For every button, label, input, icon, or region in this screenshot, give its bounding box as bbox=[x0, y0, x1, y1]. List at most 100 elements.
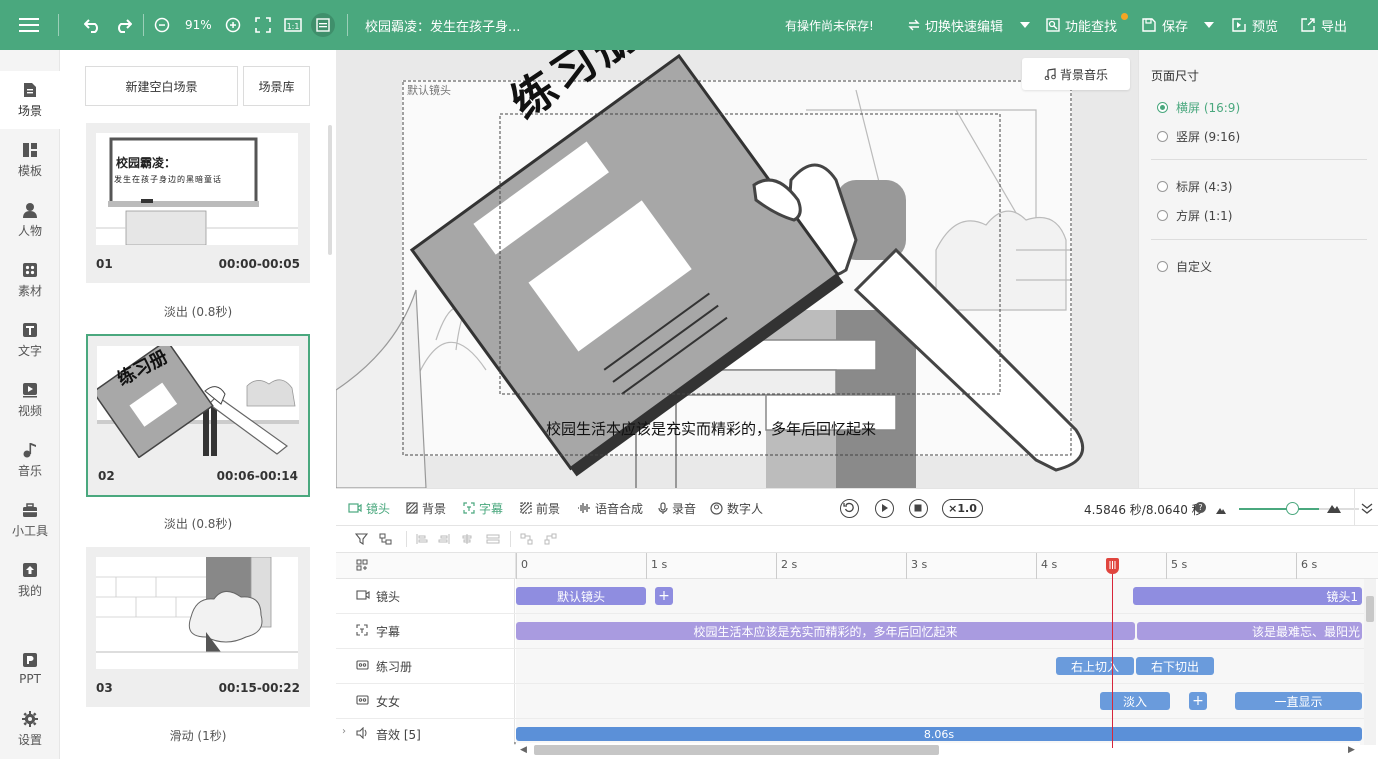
expand-chevron-icon[interactable]: › bbox=[342, 726, 346, 737]
playhead-handle[interactable] bbox=[1106, 558, 1119, 574]
project-title[interactable]: 校园霸凌：发生在孩子身... bbox=[365, 0, 520, 50]
canvas-subtitle[interactable]: 校园生活本应该是充实而精彩的，多年后回忆起来 bbox=[546, 418, 876, 439]
align-center-icon[interactable] bbox=[461, 533, 473, 548]
track-lane[interactable]: 8.06s bbox=[516, 719, 1366, 745]
clip-fade-in[interactable]: 淡入 bbox=[1100, 692, 1170, 710]
clip-default-shot[interactable]: 默认镜头 bbox=[516, 587, 646, 605]
redo-icon[interactable] bbox=[114, 0, 132, 50]
play-button[interactable] bbox=[875, 499, 894, 518]
export-button[interactable]: 导出 bbox=[1301, 0, 1347, 50]
add-shot-button[interactable]: + bbox=[655, 587, 673, 605]
divider bbox=[1151, 159, 1367, 160]
nav-item-scene[interactable]: 场景 bbox=[0, 71, 60, 129]
editor-canvas[interactable]: 默认镜头 练习册 背景音乐 校园生活本应该是充实而精彩的，多年后回忆起来 bbox=[336, 50, 1138, 488]
track-lane[interactable]: 校园生活本应该是充实而精彩的，多年后回忆起来 该是最难忘、最阳光 bbox=[516, 614, 1366, 648]
group-icon[interactable] bbox=[379, 533, 392, 548]
ratio-option-4-3[interactable]: 标屏 (4:3) bbox=[1157, 178, 1233, 195]
stop-button[interactable] bbox=[909, 499, 928, 518]
filter-icon[interactable] bbox=[354, 533, 369, 548]
ratio-icon[interactable]: 1:1 bbox=[284, 0, 302, 50]
scene-card-02[interactable]: 练习册 02 00:06-00:14 bbox=[86, 334, 310, 497]
ratio-option-custom[interactable]: 自定义 bbox=[1157, 258, 1212, 275]
bg-music-button[interactable]: 背景音乐 bbox=[1022, 58, 1130, 90]
save-dropdown[interactable] bbox=[1204, 0, 1214, 50]
fullscreen-icon[interactable] bbox=[255, 0, 271, 50]
zoom-in-timeline-icon[interactable] bbox=[1327, 502, 1341, 516]
track-label: 字幕 bbox=[376, 624, 401, 639]
nav-item-music[interactable]: 音乐 bbox=[0, 431, 60, 489]
collapse-timeline-icon[interactable] bbox=[1361, 502, 1373, 517]
timeline-hscrollbar[interactable]: ◀ ▶ bbox=[516, 743, 1360, 757]
ratio-option-1-1[interactable]: 方屏 (1:1) bbox=[1157, 207, 1233, 224]
speed-button[interactable]: ×1.0 bbox=[942, 499, 983, 518]
zoom-out-icon[interactable] bbox=[154, 0, 170, 50]
clip-exit-animation[interactable]: 右下切出 bbox=[1136, 657, 1214, 675]
undo-icon[interactable] bbox=[84, 0, 102, 50]
tab-record[interactable]: 录音 bbox=[658, 489, 696, 527]
nav-item-label: 人物 bbox=[17, 223, 42, 238]
scene-transition[interactable]: 滑动 (1秒) bbox=[86, 727, 310, 744]
nav-item-template[interactable]: 模板 bbox=[0, 131, 60, 189]
save-button[interactable]: 保存 bbox=[1142, 0, 1188, 50]
nav-item-text[interactable]: 文字 bbox=[0, 311, 60, 369]
track-lane[interactable]: 淡入 + 一直显示 bbox=[516, 684, 1366, 718]
clip-always-show[interactable]: 一直显示 bbox=[1235, 692, 1362, 710]
tab-shot[interactable]: 镜头 bbox=[348, 489, 390, 527]
scroll-left-icon[interactable]: ◀ bbox=[520, 745, 527, 755]
scene-transition[interactable]: 淡出 (0.8秒) bbox=[86, 515, 310, 532]
new-blank-scene-button[interactable]: 新建空白场景 bbox=[85, 66, 238, 106]
rewind-button[interactable] bbox=[840, 499, 859, 518]
tab-background[interactable]: 背景 bbox=[406, 489, 446, 527]
clip-shot-1[interactable]: 镜头1 bbox=[1133, 587, 1362, 605]
nav-item-material[interactable]: 素材 bbox=[0, 251, 60, 309]
nav-item-mine[interactable]: 我的 bbox=[0, 551, 60, 609]
slider-thumb[interactable] bbox=[1286, 502, 1299, 515]
ratio-option-9-16[interactable]: 竖屏 (9:16) bbox=[1157, 128, 1240, 145]
distribute-icon[interactable] bbox=[486, 533, 500, 548]
tracks-scroll-thumb[interactable] bbox=[1366, 596, 1374, 622]
zoom-out-timeline-icon[interactable] bbox=[1216, 503, 1226, 517]
scene-card-01[interactable]: 校园霸凌： 发生在孩子身边的黑暗童话 01 00:00-00:05 bbox=[86, 123, 310, 283]
track-lane[interactable]: 右上切入 右下切出 bbox=[516, 649, 1366, 683]
scroll-right-icon[interactable]: ▶ bbox=[1348, 745, 1355, 755]
scene-scrollbar[interactable] bbox=[328, 125, 332, 255]
nav-item-ppt[interactable]: PPT bbox=[0, 640, 60, 698]
scene-card-03[interactable]: 03 00:15-00:22 bbox=[86, 547, 310, 707]
clip-enter-animation[interactable]: 右上切入 bbox=[1056, 657, 1134, 675]
add-animation-button[interactable]: + bbox=[1189, 692, 1207, 710]
scene-transition[interactable]: 淡出 (0.8秒) bbox=[86, 303, 310, 320]
tab-tts[interactable]: 语音合成 bbox=[577, 489, 643, 527]
menu-icon[interactable] bbox=[19, 0, 39, 50]
nav-item-video[interactable]: 视频 bbox=[0, 371, 60, 429]
merge-icon[interactable] bbox=[544, 533, 557, 548]
subtitle-icon[interactable] bbox=[311, 0, 335, 50]
align-left-icon[interactable] bbox=[416, 533, 428, 548]
nav-item-settings[interactable]: 设置 bbox=[0, 700, 60, 758]
clip-caption-2[interactable]: 该是最难忘、最阳光 bbox=[1137, 622, 1362, 640]
track-lane[interactable]: 默认镜头 + 镜头1 bbox=[516, 579, 1366, 613]
tab-caption[interactable]: 字幕 bbox=[463, 489, 503, 527]
clip-audio[interactable]: 8.06s bbox=[516, 727, 1362, 741]
hscroll-thumb[interactable] bbox=[534, 745, 939, 755]
split-icon[interactable] bbox=[520, 533, 533, 548]
help-icon[interactable]: ? bbox=[1195, 502, 1206, 513]
playhead[interactable] bbox=[1112, 558, 1113, 748]
ratio-option-16-9[interactable]: 横屏 (16:9) bbox=[1157, 99, 1240, 116]
track-settings-icon[interactable] bbox=[356, 559, 368, 574]
timeline-ruler[interactable]: 0 1 s 2 s 3 s 4 s 5 s 6 s bbox=[336, 553, 1378, 579]
tab-foreground[interactable]: 前景 bbox=[520, 489, 560, 527]
feature-search-button[interactable]: 功能查找 bbox=[1046, 0, 1117, 50]
person-icon bbox=[23, 202, 37, 218]
zoom-in-icon[interactable] bbox=[225, 0, 241, 50]
tab-label: 录音 bbox=[672, 501, 697, 516]
tab-digital-human[interactable]: 数字人 bbox=[710, 489, 763, 527]
nav-item-toolbox[interactable]: 小工具 bbox=[0, 491, 60, 549]
scene-library-button[interactable]: 场景库 bbox=[243, 66, 310, 106]
clip-caption-1[interactable]: 校园生活本应该是充实而精彩的，多年后回忆起来 bbox=[516, 622, 1135, 640]
nav-item-person[interactable]: 人物 bbox=[0, 191, 60, 249]
timeline-zoom-slider[interactable] bbox=[1239, 508, 1319, 510]
preview-button[interactable]: 预览 bbox=[1232, 0, 1278, 50]
quick-edit-dropdown[interactable] bbox=[1020, 0, 1030, 50]
quick-edit-button[interactable]: 切换快速编辑 bbox=[908, 0, 1003, 50]
align-right-icon[interactable] bbox=[438, 533, 450, 548]
